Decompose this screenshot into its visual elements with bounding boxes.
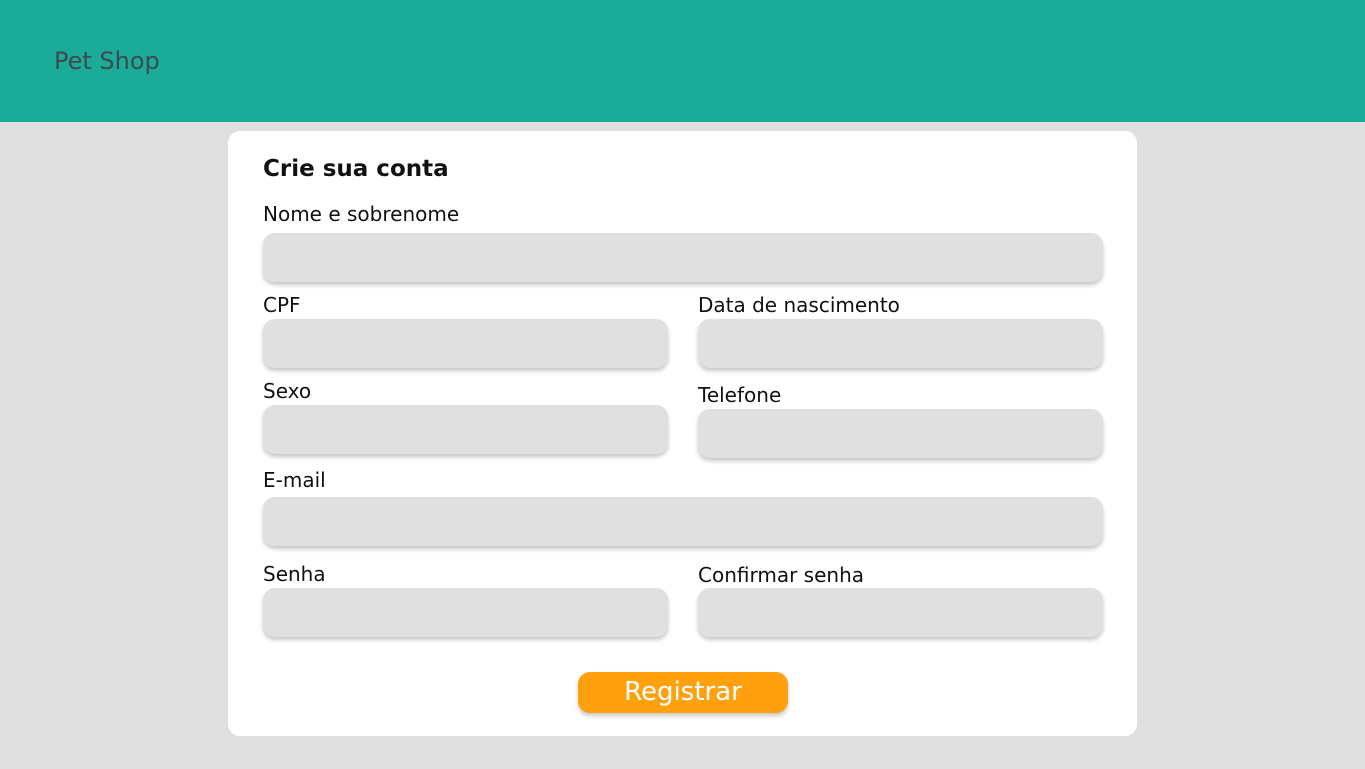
sex-label: Sexo — [263, 379, 312, 403]
top-header: Pet Shop — [0, 0, 1365, 122]
phone-label: Telefone — [698, 383, 782, 407]
email-label: E-mail — [263, 468, 326, 492]
email-input[interactable] — [263, 497, 1103, 546]
brand-title[interactable]: Pet Shop — [54, 46, 160, 76]
birth-date-input[interactable] — [698, 319, 1103, 368]
phone-input[interactable] — [698, 409, 1103, 458]
cpf-label: CPF — [263, 293, 301, 317]
register-card: Crie sua conta Nome e sobrenome CPF Data… — [228, 131, 1137, 736]
password-input[interactable] — [263, 588, 668, 637]
confirm-password-input[interactable] — [698, 588, 1103, 637]
full-name-label: Nome e sobrenome — [263, 202, 460, 226]
password-label: Senha — [263, 562, 326, 586]
confirm-password-label: Confirmar senha — [698, 563, 864, 587]
birth-date-label: Data de nascimento — [698, 293, 900, 317]
register-button[interactable]: Registrar — [578, 672, 788, 713]
cpf-input[interactable] — [263, 319, 668, 368]
sex-input[interactable] — [263, 405, 668, 454]
page-title: Crie sua conta — [263, 156, 449, 182]
full-name-input[interactable] — [263, 233, 1103, 282]
